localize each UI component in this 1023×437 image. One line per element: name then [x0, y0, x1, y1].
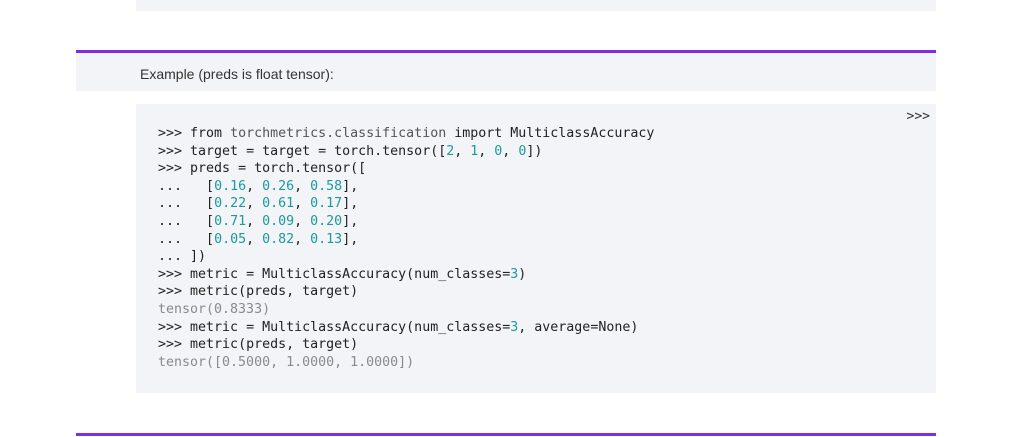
code-token-kw: from: [190, 126, 231, 141]
example-title: Example (preds is float tensor):: [140, 66, 334, 82]
code-token-plain: ,: [246, 231, 263, 247]
code-line: >>> metric(preds, target): [158, 283, 654, 301]
code-token-num: 0.82: [262, 231, 295, 247]
code-line: tensor(0.8333): [158, 301, 654, 319]
code-token-prompt: >>>: [158, 126, 191, 141]
code-token-prompt: ...: [158, 231, 207, 247]
code-token-num: 0.16: [214, 178, 247, 194]
code-token-prompt: >>>: [158, 266, 191, 282]
code-token-plain: ,: [502, 143, 519, 159]
code-token-plain: ,: [246, 196, 263, 212]
code-token-plain: ,: [294, 213, 311, 229]
code-token-plain: [: [206, 178, 215, 194]
code-line: >>> metric(preds, target): [158, 336, 654, 354]
code-token-num: 0.05: [214, 231, 247, 247]
code-token-plain: ,: [246, 178, 263, 194]
code-token-prompt: >>>: [158, 337, 191, 353]
code-token-plain: ,: [294, 231, 311, 247]
code-token-prompt: ...: [158, 213, 207, 229]
code-token-num: 0.09: [262, 213, 295, 229]
code-token-plain: [: [206, 213, 215, 229]
code-token-num: 0.22: [214, 196, 247, 212]
code-token-num: 0.13: [310, 231, 343, 247]
example-header: Example (preds is float tensor):: [76, 50, 936, 91]
code-token-prompt: >>>: [158, 319, 191, 335]
code-token-plain: [: [206, 196, 215, 212]
code-token-plain: ): [518, 266, 527, 282]
code-token-plain: , average=None): [518, 319, 639, 335]
code-token-prompt: >>>: [158, 143, 191, 159]
code-token-plain: ,: [478, 143, 495, 159]
code-token-plain: ,: [294, 178, 311, 194]
code-token-plain: ],: [342, 196, 359, 212]
code-token-prompt: ...: [158, 196, 207, 212]
code-line: ... [0.71, 0.09, 0.20],: [158, 213, 654, 231]
code-token-prompt: ...: [158, 249, 191, 265]
code-line: >>> metric = MulticlassAccuracy(num_clas…: [158, 319, 654, 337]
code-token-plain: metric(preds, target): [190, 284, 359, 300]
code-token-plain: metric = MulticlassAccuracy(num_classes=: [190, 266, 511, 282]
code-token-out: tensor([0.5000, 1.0000, 1.0000]): [158, 354, 415, 370]
code-line: >>> from torchmetrics.classification imp…: [158, 125, 654, 143]
code-token-plain: ]): [526, 143, 543, 159]
previous-code-block: [136, 0, 936, 11]
code-token-plain: MulticlassAccuracy: [510, 126, 655, 141]
code-token-num: 0.17: [310, 196, 343, 212]
code-token-num: 0.71: [214, 213, 247, 229]
code-token-mod: torchmetrics.classification: [230, 126, 447, 141]
code-token-out: tensor(0.8333): [158, 301, 271, 317]
code-line: ... [0.16, 0.26, 0.58],: [158, 178, 654, 196]
code-line: >>> preds = torch.tensor([: [158, 160, 654, 178]
code-token-prompt: >>>: [158, 284, 191, 300]
code-block: >>> >>> from torchmetrics.classification…: [136, 104, 936, 393]
code-token-num: 0.58: [310, 178, 343, 194]
code-line: tensor([0.5000, 1.0000, 1.0000]): [158, 354, 654, 372]
prompt-toggle-button[interactable]: >>>: [905, 109, 932, 124]
code-token-plain: ]): [190, 249, 207, 265]
code-lines: >>> from torchmetrics.classification imp…: [158, 125, 654, 371]
code-token-plain: preds = torch.tensor([: [190, 161, 367, 177]
code-token-plain: ,: [294, 196, 311, 212]
code-token-plain: ],: [342, 213, 359, 229]
code-token-num: 0.20: [310, 213, 343, 229]
code-token-plain: ,: [454, 143, 471, 159]
code-line: ... ]): [158, 248, 654, 266]
code-token-plain: target = target = torch.tensor([: [190, 143, 447, 159]
code-line: ... [0.05, 0.82, 0.13],: [158, 231, 654, 249]
code-token-prompt: >>>: [158, 161, 191, 177]
code-token-plain: metric = MulticlassAccuracy(num_classes=: [190, 319, 511, 335]
section-divider: [76, 433, 936, 436]
code-line: ... [0.22, 0.61, 0.17],: [158, 195, 654, 213]
code-token-plain: [: [206, 231, 215, 247]
code-token-plain: ],: [342, 178, 359, 194]
code-line: >>> metric = MulticlassAccuracy(num_clas…: [158, 266, 654, 284]
code-token-plain: metric(preds, target): [190, 337, 359, 353]
code-token-plain: ,: [246, 213, 263, 229]
code-token-num: 0.26: [262, 178, 295, 194]
code-token-prompt: ...: [158, 178, 207, 194]
code-token-plain: ],: [342, 231, 359, 247]
code-line: >>> target = target = torch.tensor([2, 1…: [158, 143, 654, 161]
code-token-kw: import: [446, 126, 511, 141]
code-token-num: 0.61: [262, 196, 295, 212]
